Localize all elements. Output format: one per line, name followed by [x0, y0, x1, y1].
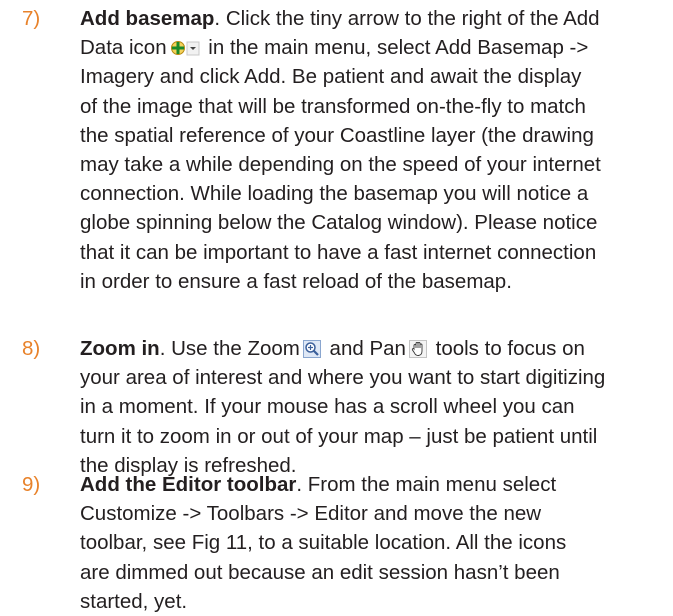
step-title: Add the Editor toolbar — [80, 473, 297, 496]
text-line: of the image that will be transformed on… — [80, 94, 586, 118]
step-title: Zoom in — [80, 337, 160, 360]
pan-hand-icon — [408, 340, 427, 358]
add-data-icon — [170, 39, 200, 57]
text-line: Add basemap. Click the tiny arrow to the… — [80, 7, 600, 30]
text-line: the spatial reference of your Coastline … — [80, 123, 594, 147]
text-line: connection. While loading the basemap yo… — [80, 182, 589, 206]
text-line: turn it to zoom in or out of your map – … — [80, 424, 598, 448]
text-line: Imagery and click Add. Be patient and aw… — [80, 65, 582, 89]
text-line: globe spinning below the Catalog window)… — [80, 211, 598, 235]
text-line: Customize -> Toolbars -> Editor and move… — [80, 502, 542, 526]
step-text: Add basemap. Click the tiny arrow to the… — [80, 4, 660, 296]
step-title: Add basemap — [80, 7, 215, 30]
zoom-in-icon — [302, 340, 321, 358]
text-line: in order to ensure a fast reload of the … — [80, 269, 512, 293]
step-text: Add the Editor toolbar. From the main me… — [80, 470, 660, 616]
step-number: 9) — [22, 473, 41, 496]
step-number: 8) — [22, 337, 41, 360]
step-text: Zoom in. Use the Zoom and Pan tools to f… — [80, 334, 660, 480]
text-line: Add the Editor toolbar. From the main me… — [80, 473, 557, 496]
text-line: may take a while depending on the speed … — [80, 153, 601, 177]
text-line: your area of interest and where you want… — [80, 366, 606, 390]
text-line: Zoom in. Use the Zoom and Pan tools to f… — [80, 337, 585, 360]
text-line: are dimmed out because an edit session h… — [80, 560, 560, 584]
text-line: in a moment. If your mouse has a scroll … — [80, 395, 575, 419]
text-line: that it can be important to have a fast … — [80, 240, 597, 264]
text-line: Data icon in the main menu, select Add B… — [80, 36, 589, 60]
text-line: started, yet. — [80, 589, 188, 613]
step-number: 7) — [22, 7, 41, 30]
text-line: toolbar, see Fig 11, to a suitable locat… — [80, 531, 567, 555]
